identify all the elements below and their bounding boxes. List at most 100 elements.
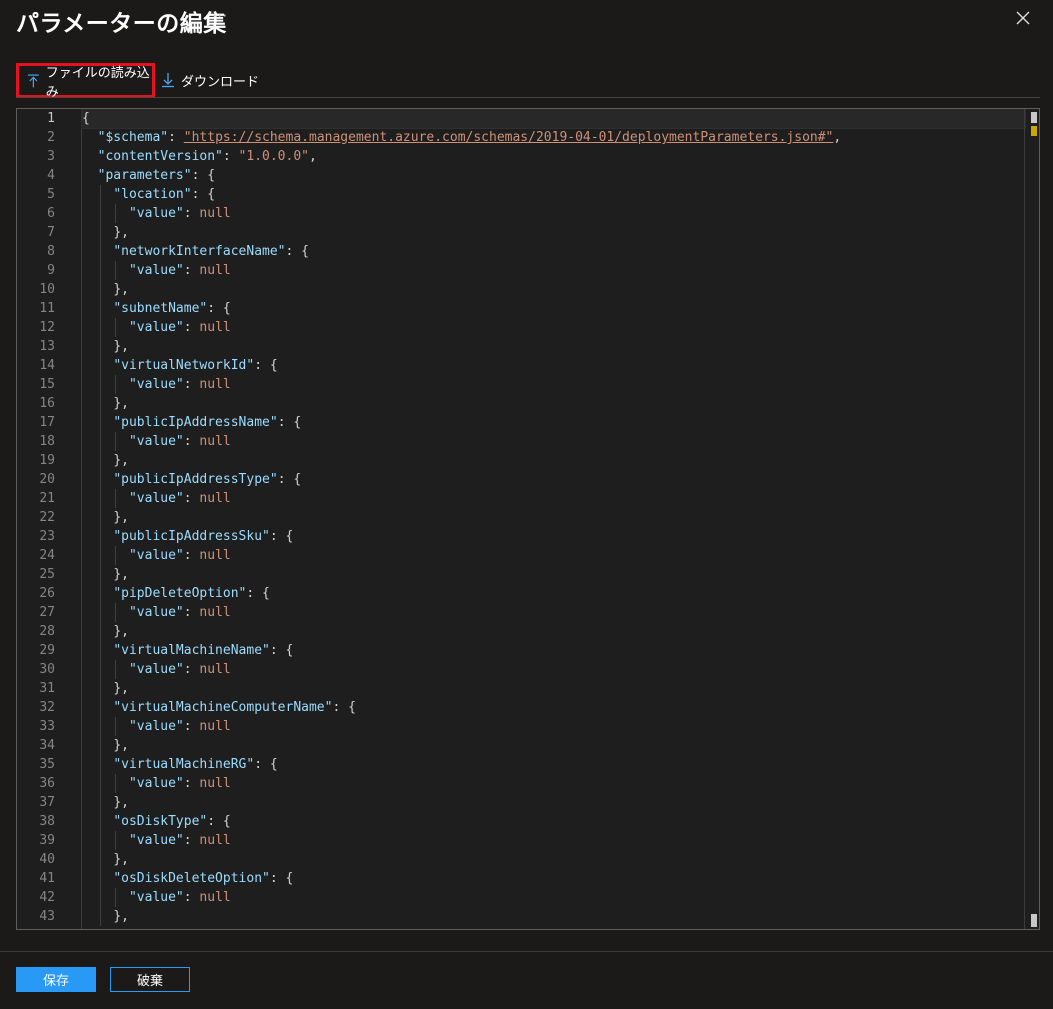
code-area[interactable]: { "$schema": "https://schema.management.…: [81, 109, 1026, 929]
line-number: 32: [39, 700, 55, 715]
indent-guide: [99, 375, 101, 394]
discard-button[interactable]: 破棄: [110, 967, 190, 992]
code-line[interactable]: "virtualMachineComputerName": {: [82, 698, 1025, 717]
code-line[interactable]: },: [82, 394, 1025, 413]
code-line[interactable]: "location": {: [82, 185, 1025, 204]
code-line[interactable]: "value": null: [82, 888, 1025, 907]
code-token: "pipDeleteOption": [113, 586, 247, 601]
code-token: :: [183, 662, 200, 677]
code-token: ,: [309, 149, 317, 164]
code-line[interactable]: },: [82, 223, 1025, 242]
code-line[interactable]: "pipDeleteOption": {: [82, 584, 1025, 603]
code-line[interactable]: "publicIpAddressSku": {: [82, 527, 1025, 546]
code-token: },: [113, 282, 129, 297]
code-token: null: [199, 548, 231, 563]
code-line[interactable]: "value": null: [82, 432, 1025, 451]
page-title: パラメーターの編集: [16, 11, 227, 37]
upload-file-button[interactable]: ファイルの読み込み: [16, 63, 155, 100]
code-line[interactable]: {: [81, 109, 1026, 129]
code-line[interactable]: "publicIpAddressName": {: [82, 413, 1025, 432]
save-button[interactable]: 保存: [16, 967, 96, 992]
code-token: null: [199, 263, 231, 278]
code-token: },: [113, 567, 129, 582]
json-code-editor[interactable]: 1 2 3 4 5 6 7 8 9 10 11 12 13 14 15 16 17 18 19 20 21 22 23 24 2…: [16, 108, 1040, 930]
line-number: 11: [39, 301, 55, 316]
code-line[interactable]: },: [82, 337, 1025, 356]
code-line[interactable]: "osDiskType": {: [82, 812, 1025, 831]
line-number-gutter: 1 2 3 4 5 6 7 8 9 10 11 12 13 14 15 16 17 18 19 20 21 22 23 24 2…: [17, 109, 82, 929]
close-icon[interactable]: [1013, 8, 1033, 28]
code-line[interactable]: "networkInterfaceName": {: [82, 242, 1025, 261]
schema-url-link[interactable]: "https://schema.management.azure.com/sch…: [184, 130, 834, 145]
code-line[interactable]: "value": null: [82, 204, 1025, 223]
vertical-scrollbar[interactable]: [1024, 109, 1039, 929]
line-number: 2: [47, 130, 55, 145]
code-token: : {: [269, 871, 294, 886]
download-button[interactable]: ダウンロード: [161, 64, 259, 96]
code-token: :: [183, 833, 200, 848]
code-token: "publicIpAddressType": [113, 472, 278, 487]
indent-guide: [99, 831, 101, 850]
code-line[interactable]: },: [82, 451, 1025, 470]
code-line[interactable]: },: [82, 736, 1025, 755]
code-line[interactable]: "value": null: [82, 603, 1025, 622]
line-number: 5: [47, 187, 55, 202]
code-line[interactable]: "subnetName": {: [82, 299, 1025, 318]
indent-guide: [99, 318, 101, 337]
code-line[interactable]: "virtualMachineRG": {: [82, 755, 1025, 774]
code-line[interactable]: },: [82, 565, 1025, 584]
code-line[interactable]: "virtualNetworkId": {: [82, 356, 1025, 375]
code-line[interactable]: },: [82, 907, 1025, 926]
code-token: "contentVersion": [97, 149, 223, 164]
line-number: 30: [39, 662, 55, 677]
code-line[interactable]: "value": null: [82, 717, 1025, 736]
code-token: {: [82, 111, 90, 126]
line-number: 21: [39, 491, 55, 506]
code-line[interactable]: "value": null: [82, 774, 1025, 793]
code-line[interactable]: },: [82, 850, 1025, 869]
code-line[interactable]: "$schema": "https://schema.management.az…: [82, 128, 1025, 147]
code-token: null: [199, 662, 231, 677]
code-line[interactable]: "value": null: [82, 831, 1025, 850]
line-number: 39: [39, 833, 55, 848]
footer-divider: [0, 951, 1053, 952]
code-line[interactable]: },: [82, 793, 1025, 812]
line-number: 24: [39, 548, 55, 563]
code-line[interactable]: "value": null: [82, 261, 1025, 280]
code-token: : {: [191, 187, 216, 202]
code-line[interactable]: "contentVersion": "1.0.0.0",: [82, 147, 1025, 166]
code-token: null: [199, 206, 231, 221]
indent-guide: [99, 736, 101, 755]
code-line[interactable]: },: [82, 622, 1025, 641]
code-line[interactable]: "value": null: [82, 489, 1025, 508]
code-line[interactable]: "value": null: [82, 318, 1025, 337]
indent-guide: [99, 394, 101, 413]
code-line[interactable]: },: [82, 508, 1025, 527]
code-line[interactable]: "osDiskDeleteOption": {: [82, 869, 1025, 888]
code-line[interactable]: "virtualMachineName": {: [82, 641, 1025, 660]
code-line[interactable]: "value": null: [82, 546, 1025, 565]
more-options-button[interactable]: ···: [212, 6, 227, 25]
code-line[interactable]: },: [82, 280, 1025, 299]
indent-guide: [99, 337, 101, 356]
scrollbar-thumb[interactable]: [1031, 112, 1037, 123]
line-number: 17: [39, 415, 55, 430]
line-number: 16: [39, 396, 55, 411]
code-token: :: [183, 206, 200, 221]
code-line[interactable]: "value": null: [82, 375, 1025, 394]
code-token: },: [113, 681, 129, 696]
indent-guide: [99, 527, 101, 546]
code-line[interactable]: "publicIpAddressType": {: [82, 470, 1025, 489]
code-token: },: [113, 453, 129, 468]
code-line[interactable]: },: [82, 679, 1025, 698]
code-line[interactable]: "parameters": {: [82, 166, 1025, 185]
code-line[interactable]: "value": null: [82, 660, 1025, 679]
